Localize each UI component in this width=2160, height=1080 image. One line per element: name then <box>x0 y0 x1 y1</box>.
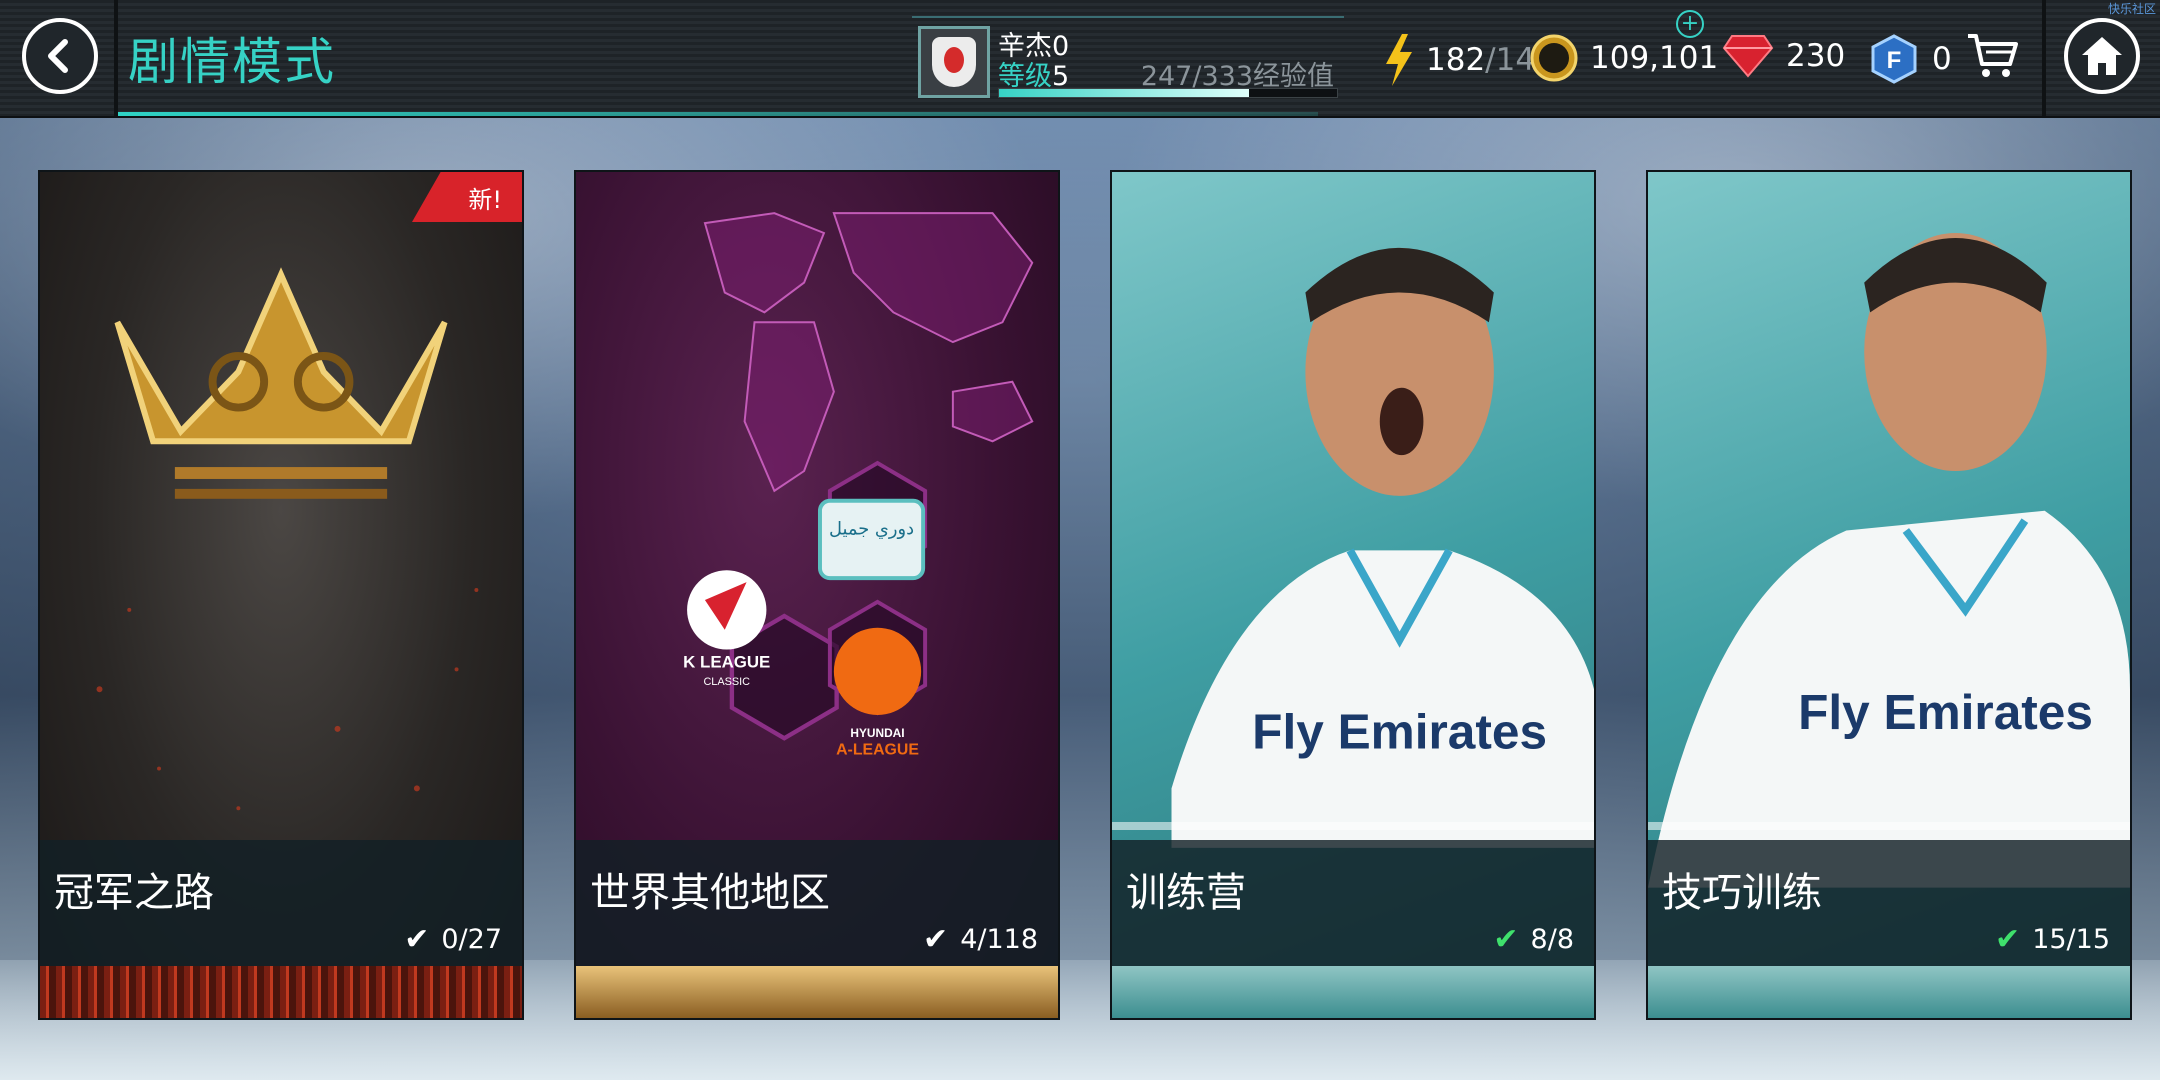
card-progress: ✔ 8/8 <box>1493 922 1574 957</box>
gem-icon <box>1722 35 1774 78</box>
card-strip <box>1648 822 2130 830</box>
saudi-league-logo-text: دوري جميل <box>829 519 914 540</box>
check-icon: ✔ <box>1493 922 1519 957</box>
card-title: 世界其他地区 <box>590 870 830 916</box>
card-progress: ✔ 0/27 <box>404 922 502 957</box>
progress-value: 15/15 <box>2032 924 2110 955</box>
lightning-icon <box>1386 34 1412 86</box>
card-footer: 训练营 ✔ 8/8 <box>1112 840 1594 970</box>
check-icon: ✔ <box>1995 922 2021 957</box>
progress-value: 0/27 <box>441 924 502 955</box>
divider <box>114 0 118 116</box>
card-title: 冠军之路 <box>54 870 214 916</box>
title-accent-line <box>118 112 1318 116</box>
gems-counter[interactable]: 230 <box>1722 34 1845 78</box>
card-progress: ✔ 4/118 <box>923 922 1038 957</box>
coins-counter[interactable]: 109,101 <box>1530 34 1718 82</box>
progress-value: 4/118 <box>960 924 1038 955</box>
back-icon <box>48 39 68 73</box>
cart-icon <box>1968 34 2018 77</box>
energy-max: /14 <box>1485 42 1536 78</box>
card-road-to-champion[interactable]: 新! 冠军之路 ✔ 0/27 <box>38 170 524 1020</box>
store-button[interactable] <box>1966 32 2018 84</box>
energy-current: 182 <box>1426 42 1486 78</box>
check-icon: ✔ <box>404 922 430 957</box>
jersey-sponsor-text: Fly Emirates <box>1252 704 1547 760</box>
a-league-logo-text: A-LEAGUE <box>836 742 919 759</box>
card-footer: 技巧训练 ✔ 15/15 <box>1648 840 2130 970</box>
card-bottom-strip <box>576 966 1058 1018</box>
card-strip <box>1112 822 1594 830</box>
progress-value: 8/8 <box>1530 924 1574 955</box>
card-rest-of-world[interactable]: K LEAGUE CLASSIC دوري جميل HYUNDAI A-LEA… <box>574 170 1060 1020</box>
fifa-points-icon: F <box>1871 34 1917 84</box>
divider <box>2042 0 2046 116</box>
svg-text:F: F <box>1887 47 1902 74</box>
new-badge-label: 新! <box>468 186 502 214</box>
card-bottom-strip <box>1648 966 2130 1018</box>
energy-counter[interactable]: 182/14 <box>1382 34 1535 86</box>
plus-icon: + <box>1680 11 1700 36</box>
k-league-logo-subtext: CLASSIC <box>703 676 750 688</box>
page-title: 剧情模式 <box>128 33 336 91</box>
coin-icon <box>1530 34 1578 82</box>
player-profile[interactable]: 辛杰0 等级5 247/333经验值 <box>912 16 1344 100</box>
back-button[interactable] <box>22 18 98 94</box>
home-icon <box>2082 37 2122 75</box>
card-progress: ✔ 15/15 <box>1995 922 2110 957</box>
gems-value: 230 <box>1786 38 1846 74</box>
card-footer: 冠军之路 ✔ 0/27 <box>40 840 522 970</box>
club-badge <box>918 26 990 98</box>
coins-value: 109,101 <box>1590 40 1719 76</box>
top-bar: 剧情模式 辛杰0 等级5 247/333经验值 182/14 + 109,101… <box>0 0 2160 118</box>
jersey-sponsor-text: Fly Emirates <box>1798 684 2093 740</box>
card-training-camp[interactable]: Fly Emirates 训练营 ✔ 8/8 <box>1110 170 1596 1020</box>
card-bottom-strip <box>1112 966 1594 1018</box>
card-bottom-strip <box>40 966 522 1018</box>
fifa-points-counter[interactable]: F 0 <box>1870 34 1952 84</box>
home-button[interactable] <box>2064 18 2140 94</box>
card-footer: 世界其他地区 ✔ 4/118 <box>576 840 1058 970</box>
k-league-logo-text: K LEAGUE <box>683 652 770 671</box>
a-league-logo-subtext: HYUNDAI <box>850 726 904 740</box>
check-icon: ✔ <box>923 922 949 957</box>
card-skill-training[interactable]: Fly Emirates 技巧训练 ✔ 15/15 <box>1646 170 2132 1020</box>
xp-progress-bar <box>998 88 1338 98</box>
card-title: 技巧训练 <box>1662 870 1822 916</box>
fifa-points-value: 0 <box>1932 41 1952 77</box>
card-title: 训练营 <box>1126 870 1246 916</box>
corner-watermark: 快乐社区 <box>2107 2 2156 16</box>
xp-progress-fill <box>999 89 1250 97</box>
